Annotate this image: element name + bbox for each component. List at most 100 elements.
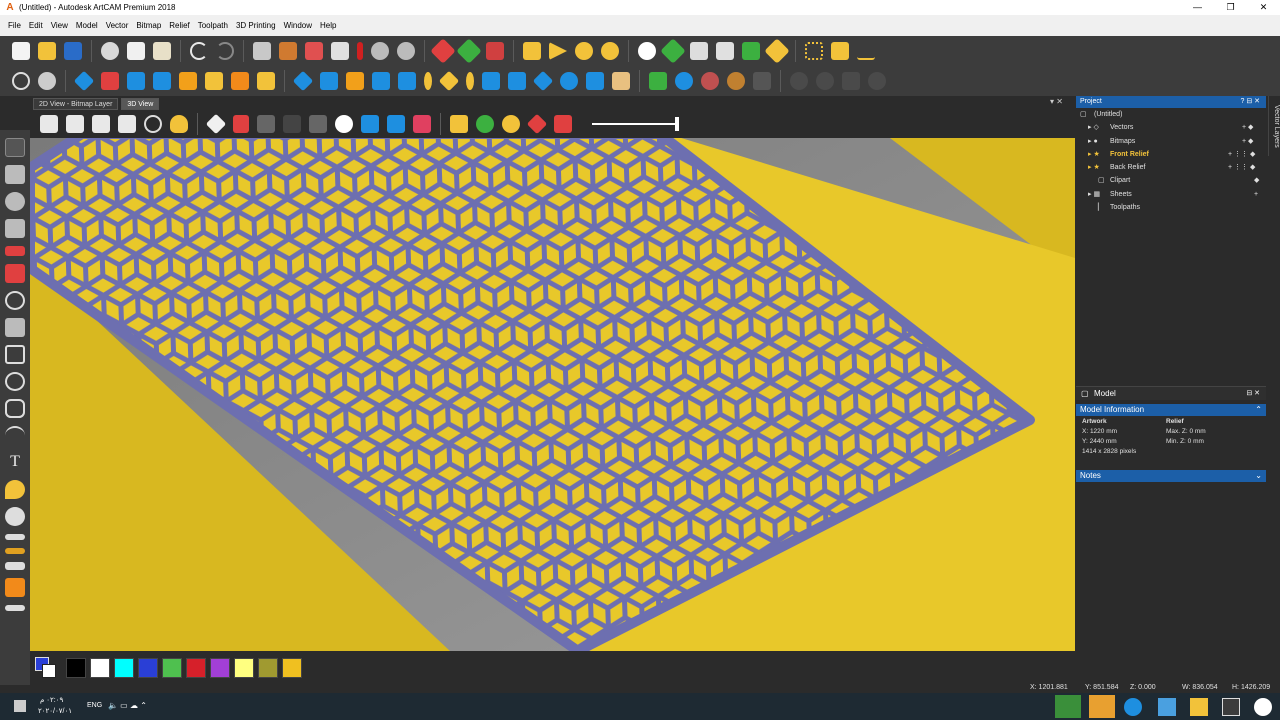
node-edit-icon[interactable] <box>5 165 25 184</box>
plane-icon[interactable] <box>205 113 227 135</box>
taskbar-app-artcam-icon[interactable] <box>1089 695 1115 718</box>
menu-help[interactable]: Help <box>316 21 340 30</box>
undo-icon[interactable] <box>190 42 208 60</box>
import-icon[interactable] <box>523 42 541 60</box>
tray-icons[interactable]: 🔈 ▭ ☁ ⌃ <box>108 701 147 710</box>
zoom-icon[interactable] <box>12 72 30 90</box>
send-icon[interactable] <box>549 42 567 60</box>
menu-bitmap[interactable]: Bitmap <box>132 21 165 30</box>
model-size-icon[interactable] <box>253 42 271 60</box>
menu-3d-printing[interactable]: 3D Printing <box>232 21 280 30</box>
relief-dot-icon[interactable] <box>424 72 432 90</box>
model-info-header[interactable]: Model Information ⌃ <box>1076 404 1266 416</box>
expand-icon[interactable]: ⌄ <box>1255 470 1262 482</box>
cut-icon[interactable] <box>101 42 119 60</box>
taskbar-edge-icon[interactable] <box>1124 698 1142 716</box>
relief-pattern-icon[interactable] <box>231 72 249 90</box>
tabs-dropdown-icon[interactable]: ▾ ✕ <box>1050 97 1063 106</box>
sculpt-icon[interactable] <box>5 534 25 540</box>
swatch-red[interactable] <box>186 658 206 678</box>
relief-blue-icon[interactable] <box>73 70 95 92</box>
taskbar-app-icon[interactable] <box>1222 698 1240 716</box>
swatch-cyan[interactable] <box>114 658 134 678</box>
rubber-icon[interactable] <box>5 562 25 570</box>
swatch-green[interactable] <box>162 658 182 678</box>
swatch-gold[interactable] <box>282 658 302 678</box>
light-bulb-icon[interactable] <box>170 115 188 133</box>
relief-flat-icon[interactable] <box>586 72 604 90</box>
relief-blue-view-icon[interactable] <box>387 115 405 133</box>
add-icon[interactable] <box>649 72 667 90</box>
select-tool-icon[interactable] <box>5 138 25 157</box>
eraser-tool-icon[interactable] <box>5 264 25 283</box>
brush-icon[interactable] <box>5 548 25 554</box>
tab-2d-view[interactable]: 2D View - Bitmap Layer <box>33 98 119 110</box>
smudge-icon[interactable] <box>5 507 25 526</box>
relief-layer-icon[interactable] <box>205 72 223 90</box>
group-icon[interactable] <box>742 42 760 60</box>
bitmap-icon[interactable] <box>305 42 323 60</box>
relief-fan-icon[interactable] <box>153 72 171 90</box>
notes-header[interactable]: Notes ⌄ <box>1076 470 1266 482</box>
polygon-icon[interactable] <box>5 399 25 418</box>
fly-icon[interactable] <box>361 115 379 133</box>
relief-fold-icon[interactable] <box>508 72 526 90</box>
taskbar-explorer-icon[interactable] <box>1190 698 1208 716</box>
tree-item-sheets[interactable]: ▸ ▦ Sheets + <box>1076 188 1266 201</box>
paste-icon[interactable] <box>153 42 171 60</box>
settings-icon[interactable] <box>38 72 56 90</box>
circle-icon[interactable] <box>5 372 25 391</box>
find-icon[interactable] <box>502 115 520 133</box>
3d-viewport[interactable] <box>30 138 1075 651</box>
nodes-icon[interactable] <box>575 42 593 60</box>
new-file-icon[interactable] <box>12 42 30 60</box>
taskbar-app-camtasia-icon[interactable] <box>1055 695 1081 718</box>
panel-controls-icon[interactable]: ? ⊟ ✕ <box>1240 96 1260 108</box>
text-tool-icon[interactable]: T <box>5 453 25 472</box>
swatch-olive[interactable] <box>258 658 278 678</box>
minimize-button[interactable]: — <box>1181 0 1214 15</box>
swatch-light-yellow[interactable] <box>234 658 254 678</box>
color-stack-icon[interactable] <box>554 115 572 133</box>
relief-tilt-icon[interactable] <box>560 72 578 90</box>
relief-texture-icon[interactable] <box>179 72 197 90</box>
relief-diamond-icon[interactable] <box>292 70 314 92</box>
fill-tool-icon[interactable] <box>5 480 25 499</box>
language-indicator[interactable]: ENG <box>87 702 102 709</box>
menu-model[interactable]: Model <box>72 21 102 30</box>
taskbar-menu-icon[interactable] <box>14 700 26 712</box>
menu-file[interactable]: File <box>0 21 25 30</box>
view-top-icon[interactable] <box>118 115 136 133</box>
measure-icon[interactable] <box>5 291 25 310</box>
relief-paint-icon[interactable] <box>398 72 416 90</box>
zoom-view-icon[interactable] <box>144 115 162 133</box>
show-plate-icon[interactable] <box>450 115 468 133</box>
relief-stack-icon[interactable] <box>346 72 364 90</box>
menu-relief[interactable]: Relief <box>165 21 193 30</box>
relief-slice-icon[interactable] <box>320 72 338 90</box>
scan-icon[interactable] <box>331 42 349 60</box>
open-folder-icon[interactable] <box>38 42 56 60</box>
relief-image-icon[interactable] <box>257 72 275 90</box>
rectangle-icon[interactable] <box>5 345 25 364</box>
pen-icon[interactable] <box>357 42 363 60</box>
relief-pin-icon[interactable] <box>466 72 474 90</box>
green-shape-icon[interactable] <box>456 38 482 64</box>
axes-icon[interactable] <box>233 115 249 133</box>
center-icon[interactable] <box>397 42 415 60</box>
tree-item-vectors[interactable]: ▸ ◇ Vectors + ◆ <box>1076 121 1266 134</box>
tree-item-front-relief[interactable]: ▸ ★ Front Relief + ⋮⋮ ◆ <box>1076 148 1266 161</box>
relief-red-view-icon[interactable] <box>413 115 431 133</box>
tree-item-toolpaths[interactable]: ▏ Toolpaths <box>1076 201 1266 214</box>
bottle-icon[interactable] <box>675 72 693 90</box>
pipe-icon[interactable] <box>309 115 327 133</box>
layers-icon[interactable] <box>690 42 708 60</box>
material-icon[interactable] <box>257 115 275 133</box>
pencil-icon[interactable] <box>5 246 25 256</box>
collapse-icon[interactable]: ⌃ <box>1255 404 1262 416</box>
shape-icon[interactable] <box>486 42 504 60</box>
menu-edit[interactable]: Edit <box>25 21 47 30</box>
current-colors[interactable] <box>32 654 62 682</box>
relief-box-icon[interactable] <box>372 72 390 90</box>
gem-icon[interactable] <box>727 72 745 90</box>
